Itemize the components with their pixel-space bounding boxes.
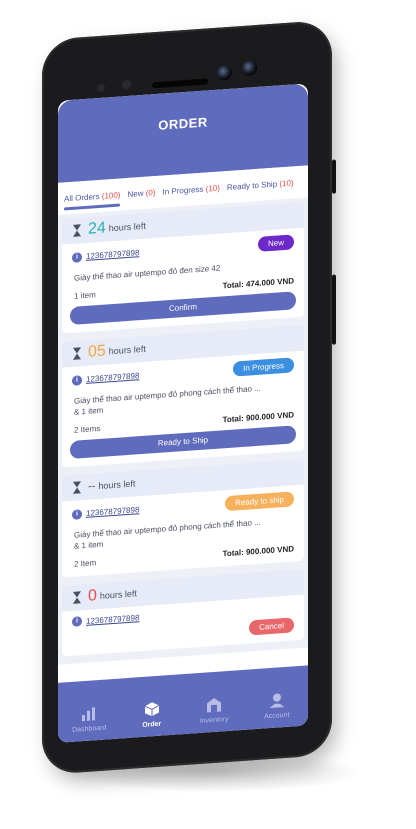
hours-remaining: -- <box>88 480 96 493</box>
status-badge: Cancel <box>249 617 294 636</box>
hours-remaining: 24 <box>88 219 106 238</box>
tab-count: (100) <box>101 190 121 201</box>
nav-label: Account <box>264 711 290 721</box>
tab-count: (10) <box>205 183 220 194</box>
hourglass-icon <box>72 346 84 361</box>
order-card[interactable]: 24 hours left i 123678797898 New Giày th… <box>62 201 304 334</box>
order-total: Total: 900.000 VND <box>222 544 294 559</box>
tab-label: Ready to Ship <box>226 179 278 192</box>
nav-label: Inventory <box>199 715 229 725</box>
nav-dashboard[interactable]: Dashboard <box>62 704 117 735</box>
info-icon: i <box>72 374 82 386</box>
tab-ready-to-ship[interactable]: Ready to Ship (10) <box>227 178 294 192</box>
bottom-navigation: Dashboard Order Inventory Account <box>58 665 308 743</box>
item-count: 2 Item <box>74 558 97 569</box>
hourglass-icon <box>72 223 84 238</box>
nav-inventory[interactable]: Inventory <box>187 695 242 726</box>
hourglass-icon <box>72 480 84 495</box>
hours-label: hours left <box>108 220 146 234</box>
info-icon: i <box>72 251 82 263</box>
bar-chart-icon <box>82 707 96 722</box>
box-icon <box>144 702 159 717</box>
tab-label: In Progress <box>162 184 204 197</box>
nav-account[interactable]: Account <box>249 691 304 722</box>
hours-label: hours left <box>98 478 136 492</box>
status-badge: New <box>257 234 294 252</box>
info-icon: i <box>72 508 82 520</box>
order-card[interactable]: 0 hours left i 123678797898 Cancel <box>62 568 304 657</box>
hours-remaining: 05 <box>88 342 106 361</box>
order-total: Total: 900.000 VND <box>222 410 294 425</box>
nav-label: Dashboard <box>72 724 107 734</box>
volume-button <box>332 274 336 345</box>
order-id-link[interactable]: 123678797898 <box>86 505 139 518</box>
tab-in-progress[interactable]: In Progress (10) <box>163 183 220 196</box>
item-count: 2 Items <box>74 423 101 435</box>
tab-all-orders[interactable]: All Orders (100) <box>64 190 120 203</box>
order-list: 24 hours left i 123678797898 New Giày th… <box>58 197 308 665</box>
phone-frame: ORDER All Orders (100) New (0) In Progre… <box>42 19 336 775</box>
hours-remaining: 0 <box>88 587 97 605</box>
sensor-dot <box>122 79 131 90</box>
tab-label: New <box>127 188 144 199</box>
order-card[interactable]: 05 hours left i 123678797898 In Progress… <box>62 324 304 468</box>
front-camera-icon <box>242 59 257 77</box>
warehouse-icon <box>207 697 222 713</box>
app-screen: ORDER All Orders (100) New (0) In Progre… <box>58 83 308 743</box>
tab-count: (10) <box>279 177 294 188</box>
tab-new[interactable]: New (0) <box>127 188 155 199</box>
hourglass-icon <box>72 590 84 605</box>
user-icon <box>269 693 284 709</box>
order-id-link[interactable]: 123678797898 <box>86 248 139 261</box>
info-icon: i <box>72 616 82 627</box>
hours-label: hours left <box>99 588 137 601</box>
order-card[interactable]: -- hours left i 123678797898 Ready to sh… <box>62 458 304 578</box>
order-id-link[interactable]: 123678797898 <box>86 371 139 384</box>
item-count: 1 item <box>74 290 96 301</box>
power-button <box>332 159 336 194</box>
front-camera-icon <box>217 64 232 81</box>
hours-label: hours left <box>108 343 146 357</box>
order-total: Total: 474.000 VND <box>222 276 294 291</box>
tab-count: (0) <box>145 187 156 198</box>
nav-label: Order <box>142 720 162 729</box>
tab-label: All Orders <box>64 191 100 203</box>
earpiece-speaker <box>152 78 208 89</box>
nav-order[interactable]: Order <box>124 699 179 730</box>
sensor-dot <box>97 83 105 93</box>
